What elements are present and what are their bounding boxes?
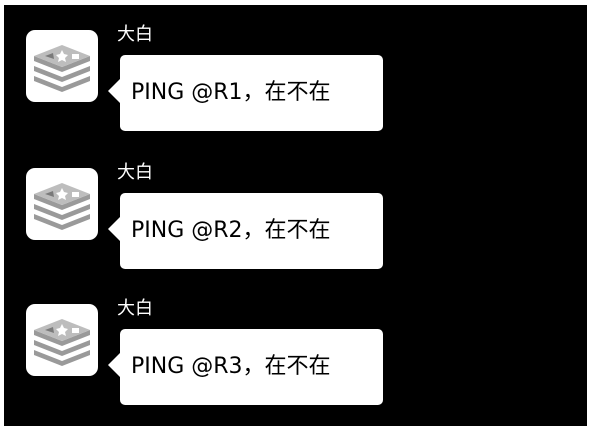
redis-logo-icon xyxy=(34,183,90,230)
message-list: 大白 PING @R1，在不在 大白 PING @R2，在不在 大白 PING … xyxy=(4,5,587,426)
message-item: 大白 PING @R3，在不在 xyxy=(4,284,587,405)
sender-name: 大白 xyxy=(117,24,153,45)
avatar-redis-icon[interactable] xyxy=(26,168,98,240)
sender-name: 大白 xyxy=(117,162,153,183)
message-text: PING @R2，在不在 xyxy=(131,218,331,243)
message-item: 大白 PING @R1，在不在 xyxy=(4,10,587,131)
message-bubble[interactable]: PING @R1，在不在 xyxy=(108,55,383,131)
message-bubble[interactable]: PING @R3，在不在 xyxy=(108,329,383,405)
avatar-redis-icon[interactable] xyxy=(26,30,98,102)
message-text: PING @R3，在不在 xyxy=(131,354,331,379)
redis-logo-icon xyxy=(34,319,90,366)
chat-window: 大白 PING @R1，在不在 大白 PING @R2，在不在 大白 PING … xyxy=(0,0,590,426)
avatar-redis-icon[interactable] xyxy=(26,304,98,376)
message-text: PING @R1，在不在 xyxy=(131,80,331,105)
sender-name: 大白 xyxy=(117,298,153,319)
redis-logo-icon xyxy=(34,45,90,92)
message-item: 大白 PING @R2，在不在 xyxy=(4,148,587,269)
message-bubble[interactable]: PING @R2，在不在 xyxy=(108,193,383,269)
